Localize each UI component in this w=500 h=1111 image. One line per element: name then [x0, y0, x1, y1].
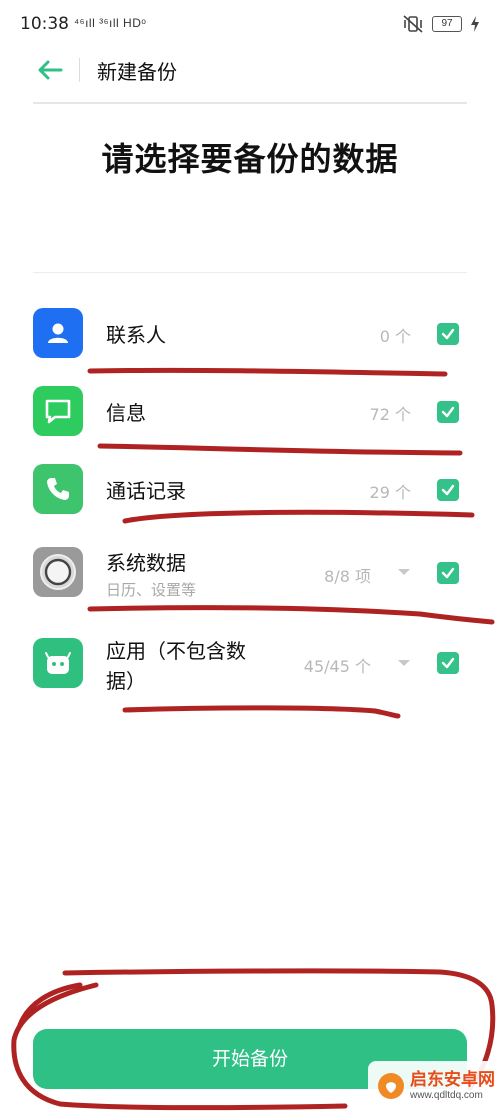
- item-label: 信息: [106, 401, 146, 425]
- list-item-apps[interactable]: 应用（不包含数 据） 45/45 个: [33, 625, 467, 705]
- divider: [33, 272, 467, 273]
- item-count: 8/8 项: [324, 567, 371, 586]
- item-sublabel: 日历、设置等: [106, 581, 197, 599]
- android-app-icon: [33, 638, 83, 688]
- status-right: 97: [402, 14, 480, 34]
- item-label: 应用（不包含数: [106, 639, 246, 663]
- watermark-text: 启东安卓网 www.qdltdq.com: [410, 1069, 495, 1102]
- item-checkbox[interactable]: [437, 652, 459, 674]
- check-icon: [441, 567, 455, 579]
- phone-icon: [33, 464, 83, 514]
- item-count: 72 个: [369, 405, 411, 424]
- contacts-icon: [33, 308, 83, 358]
- system-data-icon: [33, 547, 83, 597]
- item-label: 联系人: [106, 323, 166, 347]
- header-separator: [79, 58, 80, 82]
- check-icon: [441, 406, 455, 418]
- watermark: 启东安卓网 www.qdltdq.com: [368, 1061, 500, 1111]
- signal-indicator: ⁴⁶ıll ³⁶ıll HDᵒ: [74, 16, 147, 30]
- item-checkbox[interactable]: [437, 562, 459, 584]
- list-item-system-data[interactable]: 系统数据 日历、设置等 8/8 项: [33, 533, 467, 613]
- list-item-contacts[interactable]: 联系人 0 个: [33, 295, 467, 371]
- watermark-title: 启东安卓网: [410, 1069, 495, 1090]
- list-item-messages[interactable]: 信息 72 个: [33, 373, 467, 449]
- check-icon: [441, 657, 455, 669]
- watermark-logo-icon: [378, 1073, 404, 1099]
- status-time: 10:38: [20, 14, 69, 34]
- battery-indicator: 97: [432, 16, 462, 32]
- check-icon: [441, 484, 455, 496]
- chevron-down-icon[interactable]: [397, 567, 411, 577]
- item-checkbox[interactable]: [437, 479, 459, 501]
- vibrate-icon: [403, 15, 423, 33]
- item-count: 45/45 个: [303, 657, 371, 676]
- check-icon: [441, 328, 455, 340]
- item-count: 0 个: [379, 327, 411, 346]
- page-heading: 请选择要备份的数据: [101, 140, 399, 178]
- item-checkbox[interactable]: [437, 323, 459, 345]
- header: 新建备份: [33, 48, 467, 104]
- status-bar: 10:38 ⁴⁶ıll ³⁶ıll HDᵒ 97: [0, 0, 500, 48]
- chevron-down-icon[interactable]: [397, 658, 411, 668]
- message-icon: [33, 386, 83, 436]
- item-label-line2: 据）: [106, 669, 146, 693]
- item-label: 通话记录: [106, 479, 186, 503]
- arrow-left-icon[interactable]: [35, 58, 65, 82]
- page-title: 新建备份: [97, 60, 177, 84]
- watermark-url: www.qdltdq.com: [410, 1089, 483, 1101]
- item-label: 系统数据: [106, 551, 186, 575]
- list-item-call-logs[interactable]: 通话记录 29 个: [33, 451, 467, 527]
- item-checkbox[interactable]: [437, 401, 459, 423]
- charging-icon: [471, 16, 479, 32]
- item-count: 29 个: [369, 483, 411, 502]
